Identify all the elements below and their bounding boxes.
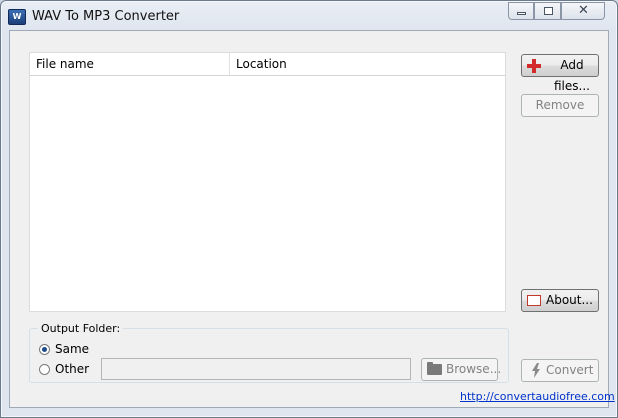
output-path-input[interactable] xyxy=(101,358,411,380)
list-header: File name Location xyxy=(30,53,505,76)
window-title: WAV To MP3 Converter xyxy=(32,9,180,24)
radio-same-label[interactable]: Same xyxy=(55,342,89,356)
lightning-icon xyxy=(532,363,540,378)
close-icon: ✕ xyxy=(578,3,589,18)
radio-same[interactable] xyxy=(39,344,50,355)
file-list[interactable]: File name Location xyxy=(29,52,506,312)
minimize-icon xyxy=(517,12,526,15)
maximize-button[interactable] xyxy=(534,2,561,20)
client-area: File name Location Add files... Remove A… xyxy=(9,30,615,408)
folder-icon xyxy=(427,362,442,375)
about-label: About... xyxy=(546,293,593,307)
browse-button[interactable]: Browse... xyxy=(421,358,502,381)
radio-other[interactable] xyxy=(39,364,50,375)
add-plus-icon xyxy=(527,59,541,73)
maximize-icon xyxy=(544,7,553,15)
add-files-button[interactable]: Add files... xyxy=(521,54,599,93)
output-folder-label: Output Folder: xyxy=(38,322,124,335)
convert-button[interactable]: Convert xyxy=(521,359,599,382)
about-button[interactable]: About... xyxy=(521,289,599,312)
add-files-label: Add files... xyxy=(554,58,590,93)
convert-label: Convert xyxy=(546,363,594,377)
app-icon: W xyxy=(8,9,26,25)
radio-other-label[interactable]: Other xyxy=(55,362,89,376)
window-icon xyxy=(527,295,541,306)
app-window: W WAV To MP3 Converter ✕ File name Locat… xyxy=(0,0,618,418)
remove-button[interactable]: Remove xyxy=(521,94,599,117)
browse-label: Browse... xyxy=(446,362,502,376)
minimize-button[interactable] xyxy=(508,2,534,20)
column-header-location[interactable]: Location xyxy=(230,53,506,75)
column-header-file-name[interactable]: File name xyxy=(30,53,230,75)
close-button[interactable]: ✕ xyxy=(561,2,605,20)
remove-label: Remove xyxy=(535,98,585,112)
title-bar[interactable]: W WAV To MP3 Converter ✕ xyxy=(1,1,617,29)
website-link[interactable]: http://convertaudiofree.com xyxy=(460,390,615,403)
